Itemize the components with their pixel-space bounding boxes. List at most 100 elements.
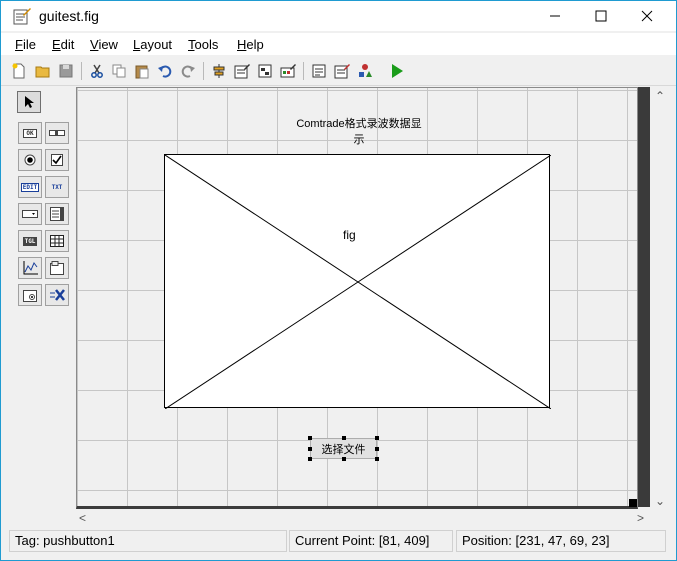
menu-editor-icon xyxy=(234,64,250,79)
select-tool[interactable] xyxy=(17,91,41,113)
align-icon xyxy=(213,64,225,78)
component-palette: OK EDIT TXT TGL xyxy=(15,89,73,529)
static-text-tool[interactable]: TXT xyxy=(45,176,69,198)
panel-tool[interactable] xyxy=(45,257,69,279)
minimize-icon xyxy=(550,15,560,17)
selection-handle[interactable] xyxy=(342,457,346,461)
title-bar: guitest.fig xyxy=(1,1,676,31)
tab-order-icon xyxy=(258,64,272,78)
property-inspector-button[interactable] xyxy=(332,61,352,81)
run-icon xyxy=(392,64,403,78)
status-tag: Tag: pushbutton1 xyxy=(9,530,287,552)
table-tool[interactable] xyxy=(45,230,69,252)
scroll-left-icon[interactable]: < xyxy=(79,511,93,525)
toggle-button-tool[interactable]: TGL xyxy=(18,230,42,252)
status-position: Position: [231, 47, 69, 23] xyxy=(456,530,666,552)
redo-button[interactable] xyxy=(178,61,198,81)
align-objects-button[interactable] xyxy=(209,61,229,81)
listbox-icon xyxy=(50,207,64,221)
select-arrow-icon xyxy=(25,96,34,108)
selection-handle[interactable] xyxy=(375,457,379,461)
undo-button[interactable] xyxy=(155,61,175,81)
radio-button-icon xyxy=(24,154,36,166)
checkbox-tool[interactable] xyxy=(45,149,69,171)
panel-icon xyxy=(50,261,64,275)
listbox-tool[interactable] xyxy=(45,203,69,225)
activex-tool[interactable] xyxy=(45,284,69,306)
edit-text-tool[interactable]: EDIT xyxy=(18,176,42,198)
selection-handle[interactable] xyxy=(308,457,312,461)
axes-tool[interactable] xyxy=(18,257,42,279)
run-button[interactable] xyxy=(387,61,407,81)
property-inspector-icon xyxy=(334,64,350,79)
checkbox-icon xyxy=(51,154,63,166)
slider-tool[interactable] xyxy=(45,122,69,144)
edit-text-icon: EDIT xyxy=(20,182,40,192)
save-button[interactable] xyxy=(56,61,76,81)
menu-edit[interactable]: Edit xyxy=(52,37,74,52)
pushbutton-icon: OK xyxy=(23,128,37,138)
button-group-icon xyxy=(23,290,37,302)
minimize-button[interactable] xyxy=(532,1,578,31)
button-group-tool[interactable] xyxy=(18,284,42,306)
layout-canvas[interactable]: Comtrade格式录波数据显示 fig 选择文件 xyxy=(76,87,638,509)
copy-button[interactable] xyxy=(109,61,129,81)
selection-handle[interactable] xyxy=(342,436,346,440)
toolbar-separator xyxy=(203,62,204,80)
axes-placeholder[interactable]: fig xyxy=(164,154,551,409)
close-button[interactable] xyxy=(624,1,670,31)
new-file-icon xyxy=(12,63,25,79)
selection-handle[interactable] xyxy=(375,436,379,440)
scroll-right-icon[interactable]: > xyxy=(637,511,651,525)
tab-order-button[interactable] xyxy=(255,61,275,81)
object-browser-button[interactable] xyxy=(355,61,375,81)
cut-icon xyxy=(91,64,103,78)
menu-tools[interactable]: Tools xyxy=(188,37,218,52)
save-icon xyxy=(59,64,73,78)
selection-handle[interactable] xyxy=(308,447,312,451)
object-browser-icon xyxy=(359,64,372,77)
static-text-title[interactable]: Comtrade格式录波数据显示 xyxy=(295,115,423,147)
toolbar-separator xyxy=(303,62,304,80)
menu-help[interactable]: Help xyxy=(237,37,264,52)
toolbar xyxy=(1,57,676,86)
popup-menu-icon xyxy=(22,210,38,218)
mfile-editor-button[interactable] xyxy=(309,61,329,81)
paste-button[interactable] xyxy=(132,61,152,81)
window-title: guitest.fig xyxy=(39,8,99,24)
selection-handle[interactable] xyxy=(375,447,379,451)
selection-handle[interactable] xyxy=(308,436,312,440)
maximize-button[interactable] xyxy=(578,1,624,31)
radio-button-tool[interactable] xyxy=(18,149,42,171)
open-folder-icon xyxy=(35,66,50,78)
pushbutton-select-file[interactable]: 选择文件 xyxy=(310,438,377,459)
app-icon xyxy=(13,8,31,25)
cut-button[interactable] xyxy=(87,61,107,81)
activex-icon xyxy=(50,289,65,301)
toolbar-separator xyxy=(81,62,82,80)
scroll-down-icon[interactable]: ⌄ xyxy=(651,494,669,508)
menu-editor-button[interactable] xyxy=(232,61,252,81)
menu-file[interactable]: File xyxy=(15,37,36,52)
menu-view[interactable]: View xyxy=(90,37,118,52)
popup-menu-tool[interactable] xyxy=(18,203,42,225)
new-file-button[interactable] xyxy=(9,61,29,81)
copy-icon xyxy=(112,64,126,78)
redo-icon xyxy=(181,65,195,78)
scroll-up-icon[interactable]: ⌃ xyxy=(651,89,669,103)
pushbutton-tool[interactable]: OK xyxy=(18,122,42,144)
axes-cross-lines xyxy=(165,155,551,409)
toolbar-editor-button[interactable] xyxy=(278,61,298,81)
close-icon xyxy=(641,10,653,22)
paste-icon xyxy=(135,65,149,79)
axes-icon xyxy=(23,261,38,275)
menu-bar: File Edit View Layout Tools Help xyxy=(1,33,676,55)
maximize-icon xyxy=(595,10,607,22)
static-text-icon: TXT xyxy=(51,183,63,191)
open-button[interactable] xyxy=(33,61,53,81)
menu-layout[interactable]: Layout xyxy=(133,37,172,52)
resize-handle[interactable] xyxy=(629,499,637,507)
axes-tag-label: fig xyxy=(343,228,356,242)
vertical-scrollbar[interactable] xyxy=(638,87,650,507)
app-window: guitest.fig File Edit View Layout Tools … xyxy=(0,0,677,561)
